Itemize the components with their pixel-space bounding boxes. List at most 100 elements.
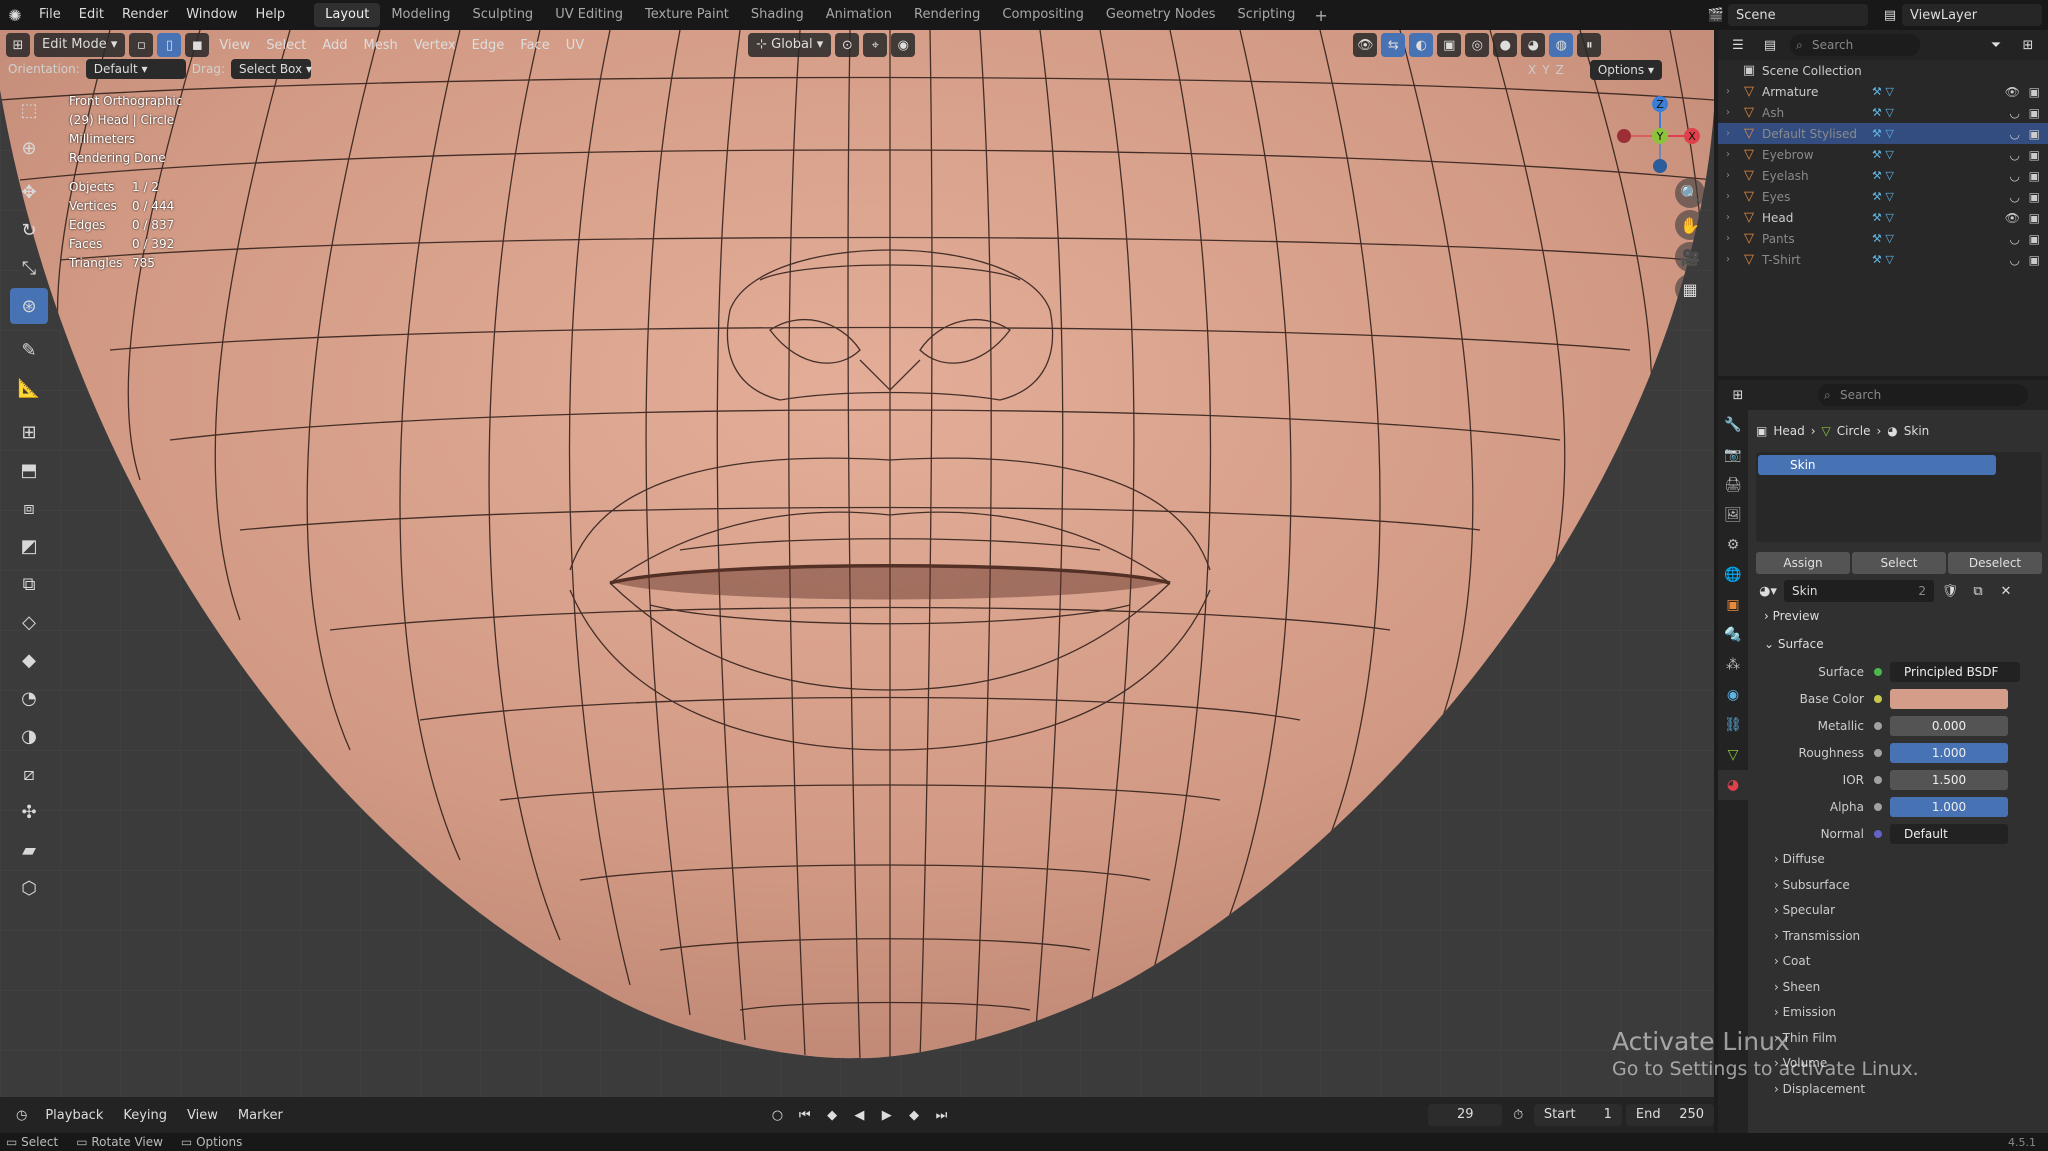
select-button[interactable]: Select: [1852, 552, 1946, 574]
menu-edge[interactable]: Edge: [466, 38, 511, 53]
outliner-search-input[interactable]: ⌕ Search: [1790, 34, 1920, 56]
blender-logo-icon[interactable]: ✺: [0, 0, 30, 30]
zoom-icon[interactable]: 🔍: [1675, 178, 1705, 208]
expand-arrow-icon[interactable]: ›: [1726, 86, 1740, 97]
play-reverse-icon[interactable]: ◀: [848, 1103, 871, 1127]
outliner-row[interactable]: › ▽ T-Shirt ⚒ ▽ ◡ ▣: [1718, 249, 2048, 270]
shrink-fatten-icon[interactable]: ✣: [10, 794, 48, 830]
play-icon[interactable]: ▶: [875, 1103, 898, 1127]
scene-icon[interactable]: 🎬: [1704, 3, 1728, 27]
pause-icon[interactable]: ⏸: [1577, 33, 1602, 57]
current-frame-field[interactable]: 29: [1428, 1104, 1503, 1126]
view-layer-selector[interactable]: ViewLayer: [1902, 4, 2042, 26]
bevel-icon[interactable]: ◩: [10, 528, 48, 564]
outliner-editor-icon[interactable]: ☰: [1726, 33, 1750, 57]
bsdf-field-value[interactable]: 1.000: [1890, 742, 2008, 763]
drag-dropdown[interactable]: Select Box ▾: [230, 59, 312, 79]
menu-timeline-view[interactable]: View: [179, 1108, 226, 1123]
outliner-row[interactable]: › ▽ Eyes ⚒ ▽ ◡ ▣: [1718, 186, 2048, 207]
edge-slide-icon[interactable]: ⧄: [10, 756, 48, 792]
editor-type-icon[interactable]: ⊞: [6, 33, 30, 57]
tab-layout[interactable]: Layout: [314, 3, 381, 27]
annotate-icon[interactable]: ✎: [10, 332, 48, 368]
pivot-icon[interactable]: ⊙: [835, 33, 860, 57]
menu-face[interactable]: Face: [514, 38, 555, 53]
menu-mesh[interactable]: Mesh: [358, 38, 404, 53]
scale-icon[interactable]: ⤡: [10, 250, 48, 286]
select-box-icon[interactable]: ⬚: [10, 92, 48, 128]
start-frame-field[interactable]: Start 1: [1533, 1104, 1622, 1126]
render-camera-icon[interactable]: ▣: [2029, 253, 2040, 267]
tab-scripting[interactable]: Scripting: [1227, 3, 1307, 27]
visibility-eye-icon[interactable]: ◡: [2010, 253, 2020, 267]
tool-tab-icon[interactable]: 🔧: [1718, 410, 1748, 440]
gizmo-neg-x[interactable]: [1617, 129, 1631, 143]
menu-window[interactable]: Window: [177, 0, 246, 30]
expand-arrow-icon[interactable]: ›: [1726, 233, 1740, 244]
menu-marker[interactable]: Marker: [230, 1108, 291, 1123]
visibility-eye-icon[interactable]: ◡: [2010, 190, 2020, 204]
mode-selector[interactable]: Edit Mode ▾: [34, 33, 126, 57]
render-camera-icon[interactable]: ▣: [2029, 85, 2040, 99]
rip-region-icon[interactable]: ⬡: [10, 870, 48, 906]
material-slot-item[interactable]: Skin: [1758, 455, 1996, 475]
assign-button[interactable]: Assign: [1756, 552, 1850, 574]
menu-file[interactable]: File: [30, 0, 70, 30]
outliner-row[interactable]: › ▽ Armature ⚒ ▽ 👁 ▣: [1718, 81, 2048, 102]
record-icon[interactable]: ○: [766, 1103, 789, 1127]
menu-playback[interactable]: Playback: [37, 1108, 111, 1123]
visibility-eye-icon[interactable]: ◡: [2010, 232, 2020, 246]
expand-arrow-icon[interactable]: ›: [1726, 128, 1740, 139]
new-collection-icon[interactable]: ⊞: [2016, 33, 2040, 57]
face-select-icon[interactable]: ◼: [185, 33, 210, 57]
rotate-icon[interactable]: ↻: [10, 212, 48, 248]
outliner-row[interactable]: › ▽ Head ⚒ ▽ 👁 ▣: [1718, 207, 2048, 228]
filter-icon[interactable]: ⏷: [1984, 33, 2008, 57]
pan-hand-icon[interactable]: ✋: [1675, 210, 1705, 240]
inset-icon[interactable]: ⧈: [10, 490, 48, 526]
rendered-shading-icon[interactable]: ◍: [1549, 33, 1574, 57]
render-camera-icon[interactable]: ▣: [2029, 211, 2040, 225]
add-cube-icon[interactable]: ⊞: [10, 414, 48, 450]
subpanel-header[interactable]: › Specular: [1756, 898, 2042, 924]
duplicate-icon[interactable]: ⧉: [1966, 579, 1990, 603]
3d-viewport[interactable]: [0, 30, 1714, 1097]
solid-shading-icon[interactable]: ●: [1493, 33, 1518, 57]
menu-view[interactable]: View: [213, 38, 256, 53]
expand-arrow-icon[interactable]: ›: [1726, 170, 1740, 181]
render-tab-icon[interactable]: 📷: [1718, 440, 1748, 470]
visibility-icon[interactable]: 👁: [1353, 33, 1378, 57]
physics-tab-icon[interactable]: ◉: [1718, 680, 1748, 710]
shear-icon[interactable]: ▰: [10, 832, 48, 868]
navigation-gizmo[interactable]: Z X Y: [1610, 90, 1700, 180]
scene-tab-icon[interactable]: ⚙: [1718, 530, 1748, 560]
jump-start-icon[interactable]: ⏮: [793, 1103, 816, 1127]
tab-rendering[interactable]: Rendering: [903, 3, 991, 27]
ortho-grid-icon[interactable]: ▦: [1675, 274, 1705, 304]
loop-cut-icon[interactable]: ⧉: [10, 566, 48, 602]
fake-user-icon[interactable]: 🛡: [1938, 579, 1962, 603]
properties-editor-icon[interactable]: ⊞: [1726, 383, 1750, 407]
render-camera-icon[interactable]: ▣: [2029, 127, 2040, 141]
view-layer-icon[interactable]: ▤: [1878, 3, 1902, 27]
display-mode-icon[interactable]: ▤: [1758, 33, 1782, 57]
expand-arrow-icon[interactable]: ›: [1726, 212, 1740, 223]
cursor-icon[interactable]: ⊕: [10, 130, 48, 166]
smooth-icon[interactable]: ◑: [10, 718, 48, 754]
move-icon[interactable]: ✥: [10, 174, 48, 210]
axis-x-toggle[interactable]: X: [1528, 63, 1536, 77]
render-camera-icon[interactable]: ▣: [2029, 169, 2040, 183]
camera-view-icon[interactable]: 🎥: [1675, 242, 1705, 272]
browse-material-icon[interactable]: ◕▾: [1756, 579, 1780, 603]
poly-build-icon[interactable]: ◆: [10, 642, 48, 678]
proportional-edit-icon[interactable]: ◉: [891, 33, 916, 57]
material-shading-icon[interactable]: ◕: [1521, 33, 1546, 57]
outliner-row[interactable]: › ▽ Pants ⚒ ▽ ◡ ▣: [1718, 228, 2048, 249]
surface-shader-dropdown[interactable]: Principled BSDF: [1890, 661, 2020, 682]
expand-arrow-icon[interactable]: ›: [1726, 107, 1740, 118]
measure-icon[interactable]: 📐: [10, 370, 48, 406]
modifier-tab-icon[interactable]: 🔩: [1718, 620, 1748, 650]
axis-y-toggle[interactable]: Y: [1542, 63, 1549, 77]
subpanel-header[interactable]: › Transmission: [1756, 924, 2042, 950]
transform-orientation-dropdown[interactable]: ⊹ Global ▾: [748, 33, 832, 57]
